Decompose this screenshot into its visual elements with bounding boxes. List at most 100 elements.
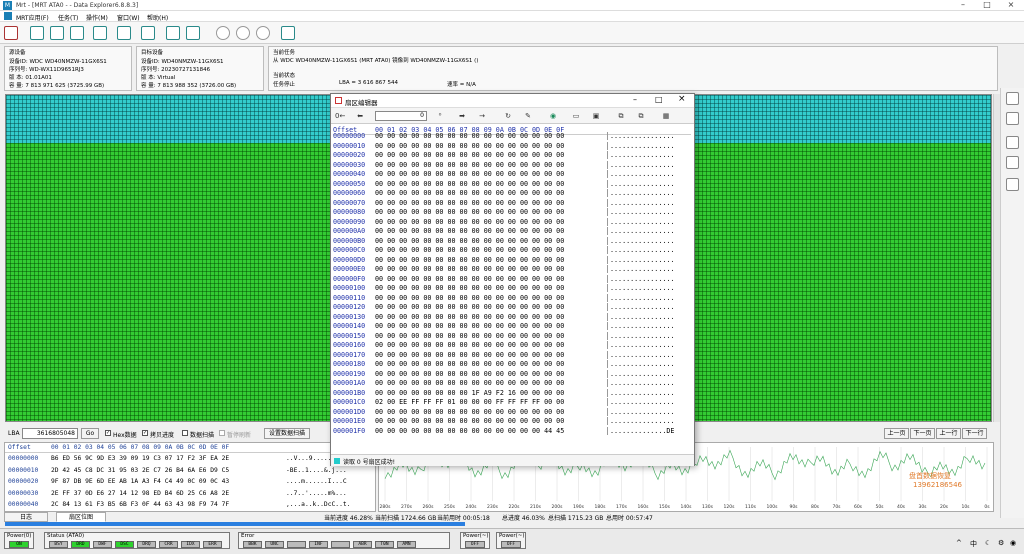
lba-input[interactable]: 3616805048 xyxy=(22,428,78,439)
bottom-hex-ascii: -BE..1....&.j... xyxy=(286,466,347,474)
export-icon[interactable] xyxy=(141,26,155,40)
tab-sector-bitmap[interactable]: 扇区位图 xyxy=(56,512,106,522)
set-scan-button[interactable]: 设置数据扫描 xyxy=(264,428,310,439)
hex-row-bytes[interactable]: 00 00 00 00 00 00 00 00 00 00 00 00 00 0… xyxy=(375,351,564,359)
hex-row-bytes[interactable]: 00 00 00 00 00 00 00 00 00 00 00 00 00 0… xyxy=(375,246,564,254)
open-folder-icon[interactable]: ▭ xyxy=(571,111,581,121)
hex-row-bytes[interactable]: 00 00 00 00 00 00 00 00 00 00 00 00 00 0… xyxy=(375,208,564,216)
record-icon[interactable] xyxy=(216,26,230,40)
copy-doc-icon[interactable] xyxy=(30,26,44,40)
hex-row-bytes[interactable]: 00 00 00 00 00 00 00 00 00 00 00 00 00 0… xyxy=(375,313,564,321)
list-icon[interactable] xyxy=(166,26,180,40)
right-sidebar xyxy=(1000,88,1024,518)
menu-task[interactable]: 任务(T) xyxy=(58,13,78,22)
save-icon[interactable] xyxy=(117,26,131,40)
go-button[interactable]: Go xyxy=(81,428,99,439)
hex-row-bytes[interactable]: 00 00 00 00 00 00 00 00 1F A9 F2 16 00 0… xyxy=(375,389,564,397)
hex-row-bytes[interactable]: 00 00 00 00 00 00 00 00 00 00 00 00 00 0… xyxy=(375,237,564,245)
hex-row-bytes[interactable]: 00 00 00 00 00 00 00 00 00 00 00 00 00 0… xyxy=(375,142,564,150)
hex-row-bytes[interactable]: 00 00 00 00 00 00 00 00 00 00 00 00 00 0… xyxy=(375,151,564,159)
hex-row-bytes[interactable]: 00 00 00 00 00 00 00 00 00 00 00 00 00 0… xyxy=(375,161,564,169)
hex-row-bytes[interactable]: 00 00 00 00 00 00 00 00 00 00 00 00 00 0… xyxy=(375,417,564,425)
sidebar-clip-icon[interactable] xyxy=(1006,156,1019,169)
hex-row-bytes[interactable]: 00 00 00 00 00 00 00 00 00 00 00 00 00 0… xyxy=(375,265,564,273)
hex-row-bytes[interactable]: 02 00 EE FF FF FF 01 00 00 00 FF FF FF F… xyxy=(375,398,564,406)
hex-header: Offset 00 01 02 03 04 05 06 07 08 09 0A 0… xyxy=(5,443,375,453)
back-arrow-icon[interactable]: ⬅ xyxy=(355,111,365,121)
dialog-save-icon[interactable]: ▣ xyxy=(591,111,601,121)
sector-input[interactable]: 0 xyxy=(375,111,427,121)
refresh-icon[interactable]: ↻ xyxy=(503,111,513,121)
hex-row-ascii: ................ xyxy=(607,284,674,292)
goto-start-icon[interactable]: 0← xyxy=(335,111,345,121)
map-scrollbar[interactable] xyxy=(993,94,1000,422)
pause-icon[interactable] xyxy=(236,26,250,40)
sidebar-edit-icon[interactable] xyxy=(1006,136,1019,149)
goto-zero-icon[interactable]: ⁰ xyxy=(435,111,445,121)
hex-row-bytes[interactable]: 00 00 00 00 00 00 00 00 00 00 00 00 00 0… xyxy=(375,332,564,340)
data-scan-checkbox[interactable] xyxy=(182,430,188,436)
dialog-minimize-icon[interactable]: – xyxy=(633,95,637,104)
hex-row-bytes[interactable]: 00 00 00 00 00 00 00 00 00 00 00 00 00 0… xyxy=(375,189,564,197)
goto-end-icon[interactable]: → xyxy=(477,111,487,121)
menu-operate[interactable]: 操作(M) xyxy=(86,13,108,22)
stop-icon[interactable] xyxy=(256,26,270,40)
hex-row-bytes[interactable]: 00 00 00 00 00 00 00 00 00 00 00 00 00 0… xyxy=(375,284,564,292)
hex-row-bytes[interactable]: 00 00 00 00 00 00 00 00 00 00 00 00 00 0… xyxy=(375,322,564,330)
doc2-icon[interactable] xyxy=(70,26,84,40)
paste-icon[interactable]: ⧉ xyxy=(636,111,646,121)
tray-moon-icon[interactable]: ☾ xyxy=(985,539,991,547)
bottom-hex-view[interactable]: Offset 00 01 02 03 04 05 06 07 08 09 0A 0… xyxy=(4,442,376,512)
grid-icon[interactable]: ▦ xyxy=(661,111,671,121)
write-icon[interactable]: ✎ xyxy=(523,111,533,121)
copy-icon[interactable]: ⧉ xyxy=(616,111,626,121)
dialog-hex-rows[interactable]: 00000000 00 00 00 00 00 00 00 00 00 00 00… xyxy=(333,132,691,450)
close-icon[interactable]: × xyxy=(1004,0,1018,11)
disk-tool-icon[interactable] xyxy=(4,26,18,40)
tab-log[interactable]: 日志 xyxy=(4,512,48,522)
sidebar-gear-icon[interactable] xyxy=(1006,92,1019,105)
hex-row-bytes[interactable]: 00 00 00 00 00 00 00 00 00 00 00 00 00 0… xyxy=(375,256,564,264)
menu-help[interactable]: 帮助(H) xyxy=(147,13,168,22)
doc-icon[interactable] xyxy=(50,26,64,40)
sidebar-doc-icon[interactable] xyxy=(1006,112,1019,125)
copy-progress-checkbox[interactable]: ✓ xyxy=(142,430,148,436)
hex-row-bytes[interactable]: 00 00 00 00 00 00 00 00 00 00 00 00 00 0… xyxy=(375,303,564,311)
hex-row-bytes[interactable]: 00 00 00 00 00 00 00 00 00 00 00 00 00 0… xyxy=(375,218,564,226)
minimize-icon[interactable]: – xyxy=(956,0,970,11)
dialog-maximize-icon[interactable]: □ xyxy=(655,95,663,104)
sidebar-export-icon[interactable] xyxy=(1006,178,1019,191)
list-drop-icon[interactable] xyxy=(186,26,200,40)
dialog-close-icon[interactable]: × xyxy=(678,94,686,104)
edit-doc-icon[interactable] xyxy=(93,26,107,40)
prev-row-button[interactable]: 上一行 xyxy=(936,428,961,439)
hex-data-checkbox[interactable]: ✓ xyxy=(105,430,111,436)
hex-row-bytes[interactable]: 00 00 00 00 00 00 00 00 00 00 00 00 00 0… xyxy=(375,370,564,378)
hex-row-bytes[interactable]: 00 00 00 00 00 00 00 00 00 00 00 00 00 0… xyxy=(375,294,564,302)
next-page-button[interactable]: 下一页 xyxy=(910,428,935,439)
hex-row-bytes[interactable]: 00 00 00 00 00 00 00 00 00 00 00 00 00 0… xyxy=(375,170,564,178)
hex-row-bytes[interactable]: 00 00 00 00 00 00 00 00 00 00 00 00 00 0… xyxy=(375,379,564,387)
hex-row-bytes[interactable]: 00 00 00 00 00 00 00 00 00 00 00 00 00 0… xyxy=(375,408,564,416)
record-circle-icon[interactable]: ◉ xyxy=(548,111,558,121)
tray-chevron-icon[interactable]: ^ xyxy=(956,539,962,547)
tray-settings-icon[interactable]: ⚙ xyxy=(998,539,1004,547)
hex-row-bytes[interactable]: 00 00 00 00 00 00 00 00 00 00 00 00 00 0… xyxy=(375,227,564,235)
pause-refresh-checkbox[interactable] xyxy=(219,430,225,436)
tray-lang[interactable]: 中 xyxy=(970,539,977,549)
hex-row-bytes[interactable]: 00 00 00 00 00 00 00 00 00 00 00 00 00 0… xyxy=(375,199,564,207)
hex-row-bytes[interactable]: 00 00 00 00 00 00 00 00 00 00 00 00 00 0… xyxy=(375,180,564,188)
hex-row-bytes[interactable]: 00 00 00 00 00 00 00 00 00 00 00 00 00 0… xyxy=(375,341,564,349)
forward-arrow-icon[interactable]: ➡ xyxy=(457,111,467,121)
next-row-button[interactable]: 下一行 xyxy=(962,428,987,439)
prev-page-button[interactable]: 上一页 xyxy=(884,428,909,439)
menu-window[interactable]: 窗口(W) xyxy=(117,13,140,22)
menu-mrt[interactable]: MRT应用(F) xyxy=(16,13,49,22)
hex-row-bytes[interactable]: 00 00 00 00 00 00 00 00 00 00 00 00 00 0… xyxy=(375,132,564,140)
hex-row-bytes[interactable]: 00 00 00 00 00 00 00 00 00 00 00 00 00 0… xyxy=(375,360,564,368)
hex-row-bytes[interactable]: 00 00 00 00 00 00 00 00 00 00 00 00 00 0… xyxy=(375,275,564,283)
maximize-icon[interactable]: □ xyxy=(980,0,994,11)
hex-row-bytes[interactable]: 00 00 00 00 00 00 00 00 00 00 00 00 00 0… xyxy=(375,427,564,435)
exit-icon[interactable] xyxy=(281,26,295,40)
tray-extra-icon[interactable]: ◉ xyxy=(1010,539,1016,547)
